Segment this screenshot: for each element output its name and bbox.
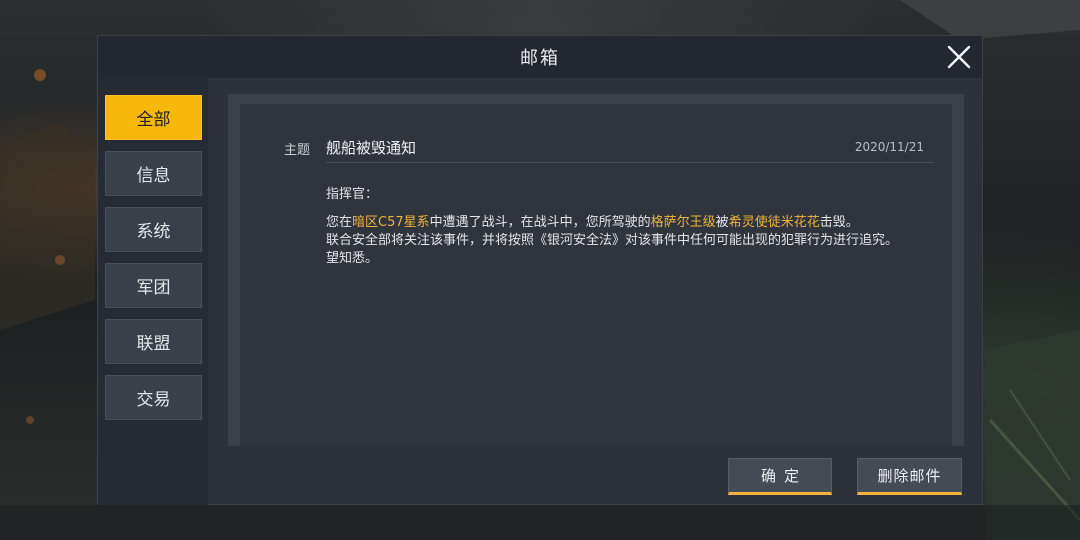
dialog-title: 邮箱: [520, 48, 560, 69]
mail-subject: 舰船被毁通知: [326, 139, 417, 157]
mail-body-line-3: 望知悉。: [326, 251, 379, 266]
mail-date: 2020/11/21: [854, 140, 924, 154]
subject-label: 主题: [284, 143, 311, 158]
mailbox-dialog: 邮箱 全部 信息 系统 军团 联盟 交易 主题 舰船被毁通知 2020/11/2…: [97, 35, 983, 505]
mail-body-line-1: 您在暗区C57星系中遭遇了战斗，在战斗中，您所驾驶的格萨尔王级被希灵使徒米花花击…: [326, 214, 898, 232]
mail-greeting: 指挥官：: [326, 187, 379, 202]
tab-system[interactable]: 系统: [105, 207, 202, 252]
close-button[interactable]: [946, 44, 972, 70]
text-segment: 击毁。: [819, 215, 859, 230]
confirm-button[interactable]: 确定: [728, 458, 832, 495]
text-segment: 您在: [326, 215, 353, 230]
tab-all[interactable]: 全部: [105, 95, 202, 140]
category-sidebar: 全部 信息 系统 军团 联盟 交易: [98, 78, 208, 505]
close-icon: [947, 45, 971, 69]
delete-mail-button[interactable]: 删除邮件: [857, 458, 962, 495]
ship-class-highlight: 格萨尔王级: [650, 215, 716, 230]
attacker-highlight: 希灵使徒米花花: [728, 215, 820, 230]
mail-body: 您在暗区C57星系中遭遇了战斗，在战斗中，您所驾驶的格萨尔王级被希灵使徒米花花击…: [326, 214, 898, 268]
mail-body-line-2: 联合安全部将关注该事件，并将按照《银河安全法》对该事件中任何可能出现的犯罪行为进…: [326, 233, 899, 248]
text-segment: 中遭遇了战斗，在战斗中，您所驾驶的: [429, 215, 651, 230]
title-bar: 邮箱: [98, 36, 982, 78]
divider: [326, 162, 934, 163]
mail-content-frame: 主题 舰船被毁通知 2020/11/21 指挥官： 您在暗区C57星系中遭遇了战…: [228, 94, 964, 446]
tab-legion[interactable]: 军团: [105, 263, 202, 308]
location-highlight: 暗区C57星系: [352, 215, 430, 230]
tab-alliance[interactable]: 联盟: [105, 319, 202, 364]
text-segment: 被: [715, 215, 729, 230]
mail-content[interactable]: 主题 舰船被毁通知 2020/11/21 指挥官： 您在暗区C57星系中遭遇了战…: [240, 104, 952, 446]
tab-trade[interactable]: 交易: [105, 375, 202, 420]
tab-messages[interactable]: 信息: [105, 151, 202, 196]
